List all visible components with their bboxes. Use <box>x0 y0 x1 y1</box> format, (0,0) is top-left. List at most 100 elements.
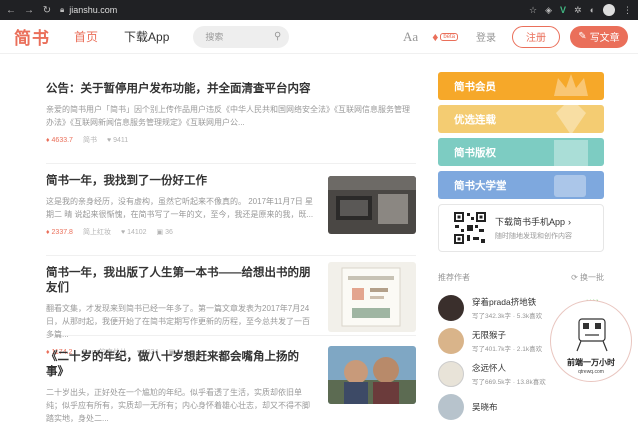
avatar[interactable] <box>438 327 464 354</box>
clock-illustration-icon <box>576 318 608 352</box>
search-input[interactable]: 搜索 ⚲ <box>193 25 290 48</box>
banner-label: 简书大学堂 <box>454 179 507 192</box>
ad-title: 前端一万小时 <box>567 358 615 367</box>
main-content: 公告：关于暂停用户发布功能，并全面清查平台内容 亲爱的简书用户「简书」因个别上传… <box>0 54 638 423</box>
author-info: 吴晓布 <box>472 401 498 413</box>
article-author[interactable]: 简书 <box>83 135 97 145</box>
article-thumbnail[interactable] <box>328 346 416 404</box>
author-stats: 写了669.5k字 · 13.8k喜欢 <box>472 378 546 386</box>
recommend-title: 推荐作者 <box>438 273 470 282</box>
avatar[interactable] <box>438 393 464 420</box>
diamond-value: 4633.7 <box>51 136 73 144</box>
search-icon[interactable]: ⚲ <box>274 31 281 42</box>
banner-label: 简书版权 <box>454 146 496 159</box>
login-link[interactable]: 登录 <box>476 29 496 44</box>
list-item[interactable]: 简书一年，我出版了人生第一本书——给想出书的朋友们 翻看文集，才发现来到简书已经… <box>46 256 416 356</box>
write-article-button[interactable]: ✎ 写文章 <box>570 25 628 48</box>
crown-icon <box>554 74 588 96</box>
lock-icon: 🔒︎ <box>60 5 65 14</box>
author-info: 念远怀人 写了669.5k字 · 13.8k喜欢 <box>472 362 546 386</box>
register-button[interactable]: 注册 <box>512 25 560 48</box>
article-abstract: 亲爱的简书用户「简书」因个别上传作品用户违反《中华人民共和国网络安全法》《互联网… <box>46 105 410 127</box>
banner-serial[interactable]: 优选连载 <box>438 105 604 133</box>
nav-home[interactable]: 首页 <box>74 28 98 45</box>
article-meta: ♦ 4633.7 简书 ♥ 9411 <box>46 135 416 145</box>
article-feed: 公告：关于暂停用户发布功能，并全面清查平台内容 亲爱的简书用户「简书」因个别上传… <box>46 72 416 423</box>
diamond-count: ♦ 2337.8 <box>46 229 73 236</box>
author-name[interactable]: 穿着prada挤地铁 <box>472 296 542 308</box>
tv-icon <box>554 175 586 197</box>
banner-university[interactable]: 简书大学堂 <box>438 171 604 199</box>
download-app-card[interactable]: 下载简书手机App › 随时随地发现和创作内容 <box>438 204 604 252</box>
font-size-toggle[interactable]: Aa <box>403 29 418 45</box>
author-info: 穿着prada挤地铁 写了342.3k字 · 5.3k喜欢 <box>472 296 542 320</box>
nav-download-app[interactable]: 下载App <box>124 28 169 45</box>
browser-toolbar: ← → ↻ 🔒︎ jianshu.com ☆ ◈ V ✲ ◐ ⋮ <box>0 0 638 20</box>
refresh-label: 换一批 <box>580 273 604 282</box>
like-count: ♥ 14102 <box>121 229 147 236</box>
url-text: jianshu.com <box>69 5 118 15</box>
article-title[interactable]: 简书一年，我找到了一份好工作 <box>46 174 316 189</box>
author-name[interactable]: 念远怀人 <box>472 362 546 374</box>
author-name[interactable]: 吴晓布 <box>472 401 498 413</box>
author-name[interactable]: 无限猴子 <box>472 329 542 341</box>
app-title: 下载简书手机App › <box>495 215 572 228</box>
like-count: ♥ 9411 <box>107 137 128 144</box>
refresh-icon: ⟳ <box>571 273 580 282</box>
article-author[interactable]: 简上红妆 <box>83 227 111 237</box>
comment-value: 36 <box>165 229 173 236</box>
diamond-icon: ♦ <box>432 29 439 44</box>
like-value: 14102 <box>127 228 147 236</box>
browser-extensions: ☆ ◈ V ✲ ◐ ⋮ <box>529 4 632 16</box>
list-item[interactable]: 吴晓布 <box>438 390 604 423</box>
avatar[interactable] <box>438 294 464 321</box>
ad-subtitle: qtrewq.com <box>578 369 604 375</box>
vue-devtools-icon[interactable]: V <box>560 5 566 15</box>
diamond-value: 2337.8 <box>51 228 73 236</box>
beta-tag: beta <box>440 32 458 41</box>
profile-avatar[interactable] <box>603 4 615 16</box>
back-icon[interactable]: ← <box>6 5 16 16</box>
star-icon[interactable]: ☆ <box>529 5 537 16</box>
list-item[interactable]: 《二十岁的年纪，做八十岁想赶来都会嘴角上扬的事》 二十岁出头，正好处在一个尴尬的… <box>46 336 416 423</box>
menu-icon[interactable]: ⋮ <box>623 5 632 16</box>
diamond-count: ♦ 4633.7 <box>46 137 73 144</box>
film-icon <box>554 140 588 166</box>
article-abstract: 二十岁出头，正好处在一个尴尬的年纪。似乎看透了生活，实质却依旧单纯；似乎应有所有… <box>46 388 310 423</box>
site-logo[interactable]: 简书 <box>14 24 50 49</box>
article-title[interactable]: 简书一年，我出版了人生第一本书——给想出书的朋友们 <box>46 266 316 296</box>
search-placeholder: 搜索 <box>205 32 224 42</box>
shield-icon[interactable]: ◈ <box>545 5 552 16</box>
author-stats: 写了342.3k字 · 5.3k喜欢 <box>472 312 543 320</box>
refresh-link[interactable]: ⟳ 换一批 <box>571 272 604 283</box>
comment-count: ▣ 36 <box>157 228 173 236</box>
author-info: 无限猴子 写了401.7k字 · 2.1k喜欢 <box>472 329 542 353</box>
extension-icon[interactable]: ◐ <box>590 5 595 15</box>
beta-badge[interactable]: ♦ beta <box>432 30 458 44</box>
list-item[interactable]: 公告：关于暂停用户发布功能，并全面清查平台内容 亲爱的简书用户「简书」因个别上传… <box>46 72 416 164</box>
banner-label: 简书会员 <box>454 80 496 93</box>
app-subtitle: 随时随地发现和创作内容 <box>495 233 572 240</box>
article-thumbnail[interactable] <box>328 262 416 332</box>
banner-label: 优选连载 <box>454 113 496 126</box>
forward-icon[interactable]: → <box>24 5 34 16</box>
banner-copyright[interactable]: 简书版权 <box>438 138 604 166</box>
reload-icon[interactable]: ↻ <box>42 5 52 16</box>
browser-nav: ← → ↻ <box>6 5 52 16</box>
address-bar[interactable]: 🔒︎ jianshu.com <box>60 3 521 17</box>
recommend-header: 推荐作者 ⟳ 换一批 <box>438 272 604 283</box>
app-title-text: 下载简书手机App <box>495 217 566 227</box>
article-thumbnail[interactable] <box>328 176 416 234</box>
banner-membership[interactable]: 简书会员 <box>438 72 604 100</box>
diamond-icon <box>556 105 586 133</box>
pen-icon: ✎ <box>578 31 587 42</box>
article-abstract: 这是我的亲身经历，没有虚构，虽然它听起来不像真的。 2017年11月7日 星期二… <box>46 197 314 219</box>
gear-icon[interactable]: ✲ <box>574 5 582 16</box>
avatar[interactable] <box>438 360 464 387</box>
article-title[interactable]: 公告：关于暂停用户发布功能，并全面清查平台内容 <box>46 82 416 97</box>
floating-ad[interactable]: 前端一万小时 qtrewq.com <box>550 300 632 382</box>
comment-icon: ▣ <box>156 229 166 236</box>
list-item[interactable]: 简书一年，我找到了一份好工作 这是我的亲身经历，没有虚构，虽然它听起来不像真的。… <box>46 164 416 256</box>
qr-code-icon <box>453 211 487 245</box>
article-title[interactable]: 《二十岁的年纪，做八十岁想赶来都会嘴角上扬的事》 <box>46 350 316 380</box>
